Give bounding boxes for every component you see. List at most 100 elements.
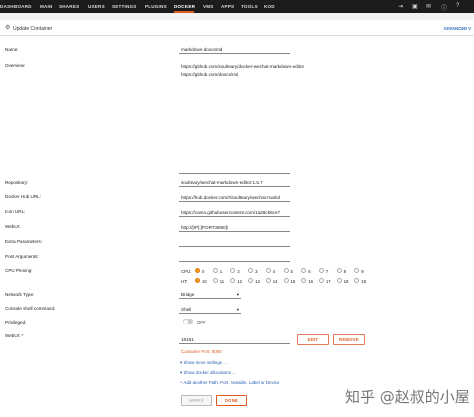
privileged-label: Privileged:: [5, 320, 27, 325]
cpu-number-17: 17: [325, 278, 331, 284]
cpu-number-5: 5: [290, 268, 293, 274]
cpu-number-16: 16: [308, 278, 313, 284]
nav-tools[interactable]: TOOLS: [241, 4, 258, 9]
gear-icon: ⚙: [5, 25, 11, 31]
cpu-number-10: 10: [202, 278, 207, 284]
cpu-checkbox-17[interactable]: [318, 278, 324, 283]
cpu-number-4: 4: [272, 268, 276, 274]
privileged-toggle[interactable]: [183, 319, 193, 324]
extra-parameters-label: Extra Parameters:: [5, 239, 43, 244]
cpu-checkbox-19[interactable]: [354, 278, 360, 283]
help-icon[interactable]: ?: [456, 3, 459, 9]
docker-hub-url-label: Docker Hub URL:: [5, 194, 41, 199]
cpu-checkbox-5[interactable]: [283, 268, 289, 273]
cpu-checkbox-15[interactable]: [283, 278, 289, 283]
terminal-icon[interactable]: ▣: [412, 3, 418, 10]
webui-label: WebUI:: [5, 224, 21, 229]
overview-text-area[interactable]: [179, 162, 290, 174]
nav-plugins[interactable]: PLUGINS: [145, 4, 167, 9]
cpu-number-19: 19: [361, 278, 367, 284]
cpu-number-14: 14: [272, 278, 278, 284]
remove-button[interactable]: REMOVE: [333, 334, 365, 345]
console-shell-label: Console shell command:: [5, 306, 56, 311]
cpu-checkbox-0[interactable]: [195, 268, 200, 273]
nav-vms[interactable]: VMS: [203, 4, 214, 9]
add-another-link[interactable]: + Add another Path, Port, Variable, Labe…: [180, 380, 279, 385]
cpu-checkbox-10[interactable]: [195, 278, 200, 283]
network-type-select[interactable]: Bridge ▾: [179, 290, 241, 299]
overview-line-1: https://github.com/soulteary/docker-wech…: [181, 64, 305, 69]
container-port-note: Container Port: 8080: [181, 349, 222, 354]
panel-header: ⚙ Update Container ADVANCED V: [0, 20, 474, 36]
docker-hub-url-field[interactable]: https://hub.docker.com/r/soulteary/wecha…: [179, 193, 290, 202]
cpu-checkbox-6[interactable]: [301, 268, 307, 273]
nav-shares[interactable]: SHARES: [59, 4, 79, 9]
cpu-checkbox-12[interactable]: [230, 278, 236, 283]
cpu-checkbox-16[interactable]: [301, 278, 307, 283]
cpu-number-8: 8: [343, 268, 346, 274]
cpu-number-3: 3: [255, 268, 258, 274]
cpu-number-15: 15: [290, 278, 296, 284]
nav-docker[interactable]: DOCKER: [174, 4, 195, 9]
extra-parameters-field[interactable]: [179, 238, 290, 247]
cpu-pinning-label: CPU Pinning:: [5, 268, 33, 273]
nav-users[interactable]: USERS: [88, 4, 105, 9]
cpu-checkbox-3[interactable]: [248, 268, 254, 273]
info-icon[interactable]: ⓘ: [441, 3, 447, 12]
nav-settings[interactable]: SETTINGS: [112, 4, 137, 9]
cpu-number-6: 6: [308, 268, 311, 274]
active-tab-indicator: [174, 11, 194, 13]
console-shell-select[interactable]: Shell ▾: [179, 305, 241, 314]
cpu-checkbox-8[interactable]: [336, 268, 342, 273]
cpu-number-1: 1: [219, 268, 223, 274]
cpu-number-12: 12: [237, 278, 243, 284]
apply-button[interactable]: APPLY: [181, 395, 212, 406]
show-more-settings-link[interactable]: ▾ Show more settings ...: [180, 360, 227, 366]
post-arguments-field[interactable]: [179, 253, 290, 262]
post-arguments-label: Post Arguments:: [5, 254, 39, 259]
webui-port-field[interactable]: 18181: [179, 335, 290, 344]
edit-button[interactable]: EDIT: [297, 334, 329, 345]
top-navigation-bar: DASHBOARD MAIN SHARES USERS SETTINGS PLU…: [0, 0, 474, 13]
watermark-text: 知乎 @赵叔的小屋: [345, 388, 470, 406]
cpu-checkbox-9[interactable]: [354, 268, 360, 273]
network-type-label: Network Type:: [5, 292, 35, 297]
advanced-view-toggle[interactable]: ADVANCED V: [444, 26, 471, 31]
cpu-checkbox-18[interactable]: [336, 278, 342, 283]
cpu-number-13: 13: [255, 278, 260, 284]
container-form: Name: markdown-doocsmd Overview: https:/…: [0, 36, 474, 417]
page-title: Update Container: [13, 25, 53, 32]
repository-label: Repository:: [5, 180, 29, 185]
cpu-number-18: 18: [343, 278, 349, 284]
nav-apps[interactable]: APPS: [221, 4, 234, 9]
cpu-checkbox-7[interactable]: [318, 268, 324, 273]
cpu-checkbox-2[interactable]: [230, 268, 236, 273]
cpu-number-2: 2: [237, 268, 240, 274]
name-field[interactable]: markdown-doocsmd: [179, 45, 290, 54]
show-docker-allocations-link[interactable]: ▾ Show docker allocations ...: [180, 370, 236, 376]
overview-line-2: https://github.com/doocs/md: [181, 72, 239, 77]
chevron-down-icon: ▾: [236, 306, 239, 312]
cpu-checkbox-11[interactable]: [212, 278, 218, 283]
privileged-state: OFF: [197, 319, 206, 325]
icon-url-field[interactable]: https://camo.githubusercontent.com/1a28c…: [179, 208, 290, 217]
done-button[interactable]: DONE: [216, 395, 247, 406]
feedback-icon[interactable]: ✉: [426, 3, 431, 10]
webui-port-label: WebUI: *: [5, 333, 24, 338]
nav-kod[interactable]: KOD: [264, 4, 275, 9]
webui-field[interactable]: http://[IP]:[PORT:8080]/: [179, 223, 290, 232]
nav-dashboard[interactable]: DASHBOARD: [0, 4, 32, 9]
ht-row-label: HT:: [181, 279, 188, 284]
cpu-checkbox-4[interactable]: [265, 268, 271, 273]
cpu-number-11: 11: [219, 278, 225, 284]
cpu-checkbox-1[interactable]: [212, 268, 218, 273]
chevron-down-icon: ▾: [236, 291, 239, 297]
cpu-checkbox-13[interactable]: [248, 278, 254, 283]
cpu-number-9: 9: [361, 268, 364, 274]
cpu-checkbox-14[interactable]: [265, 278, 271, 283]
cpu-row-label: CPU:: [181, 269, 192, 274]
logout-icon[interactable]: ⇥: [398, 3, 403, 10]
overview-label: Overview:: [5, 63, 26, 68]
nav-main[interactable]: MAIN: [40, 4, 53, 9]
repository-field[interactable]: soulteary/wechat-markdown-editor:1.5.7: [179, 178, 290, 187]
